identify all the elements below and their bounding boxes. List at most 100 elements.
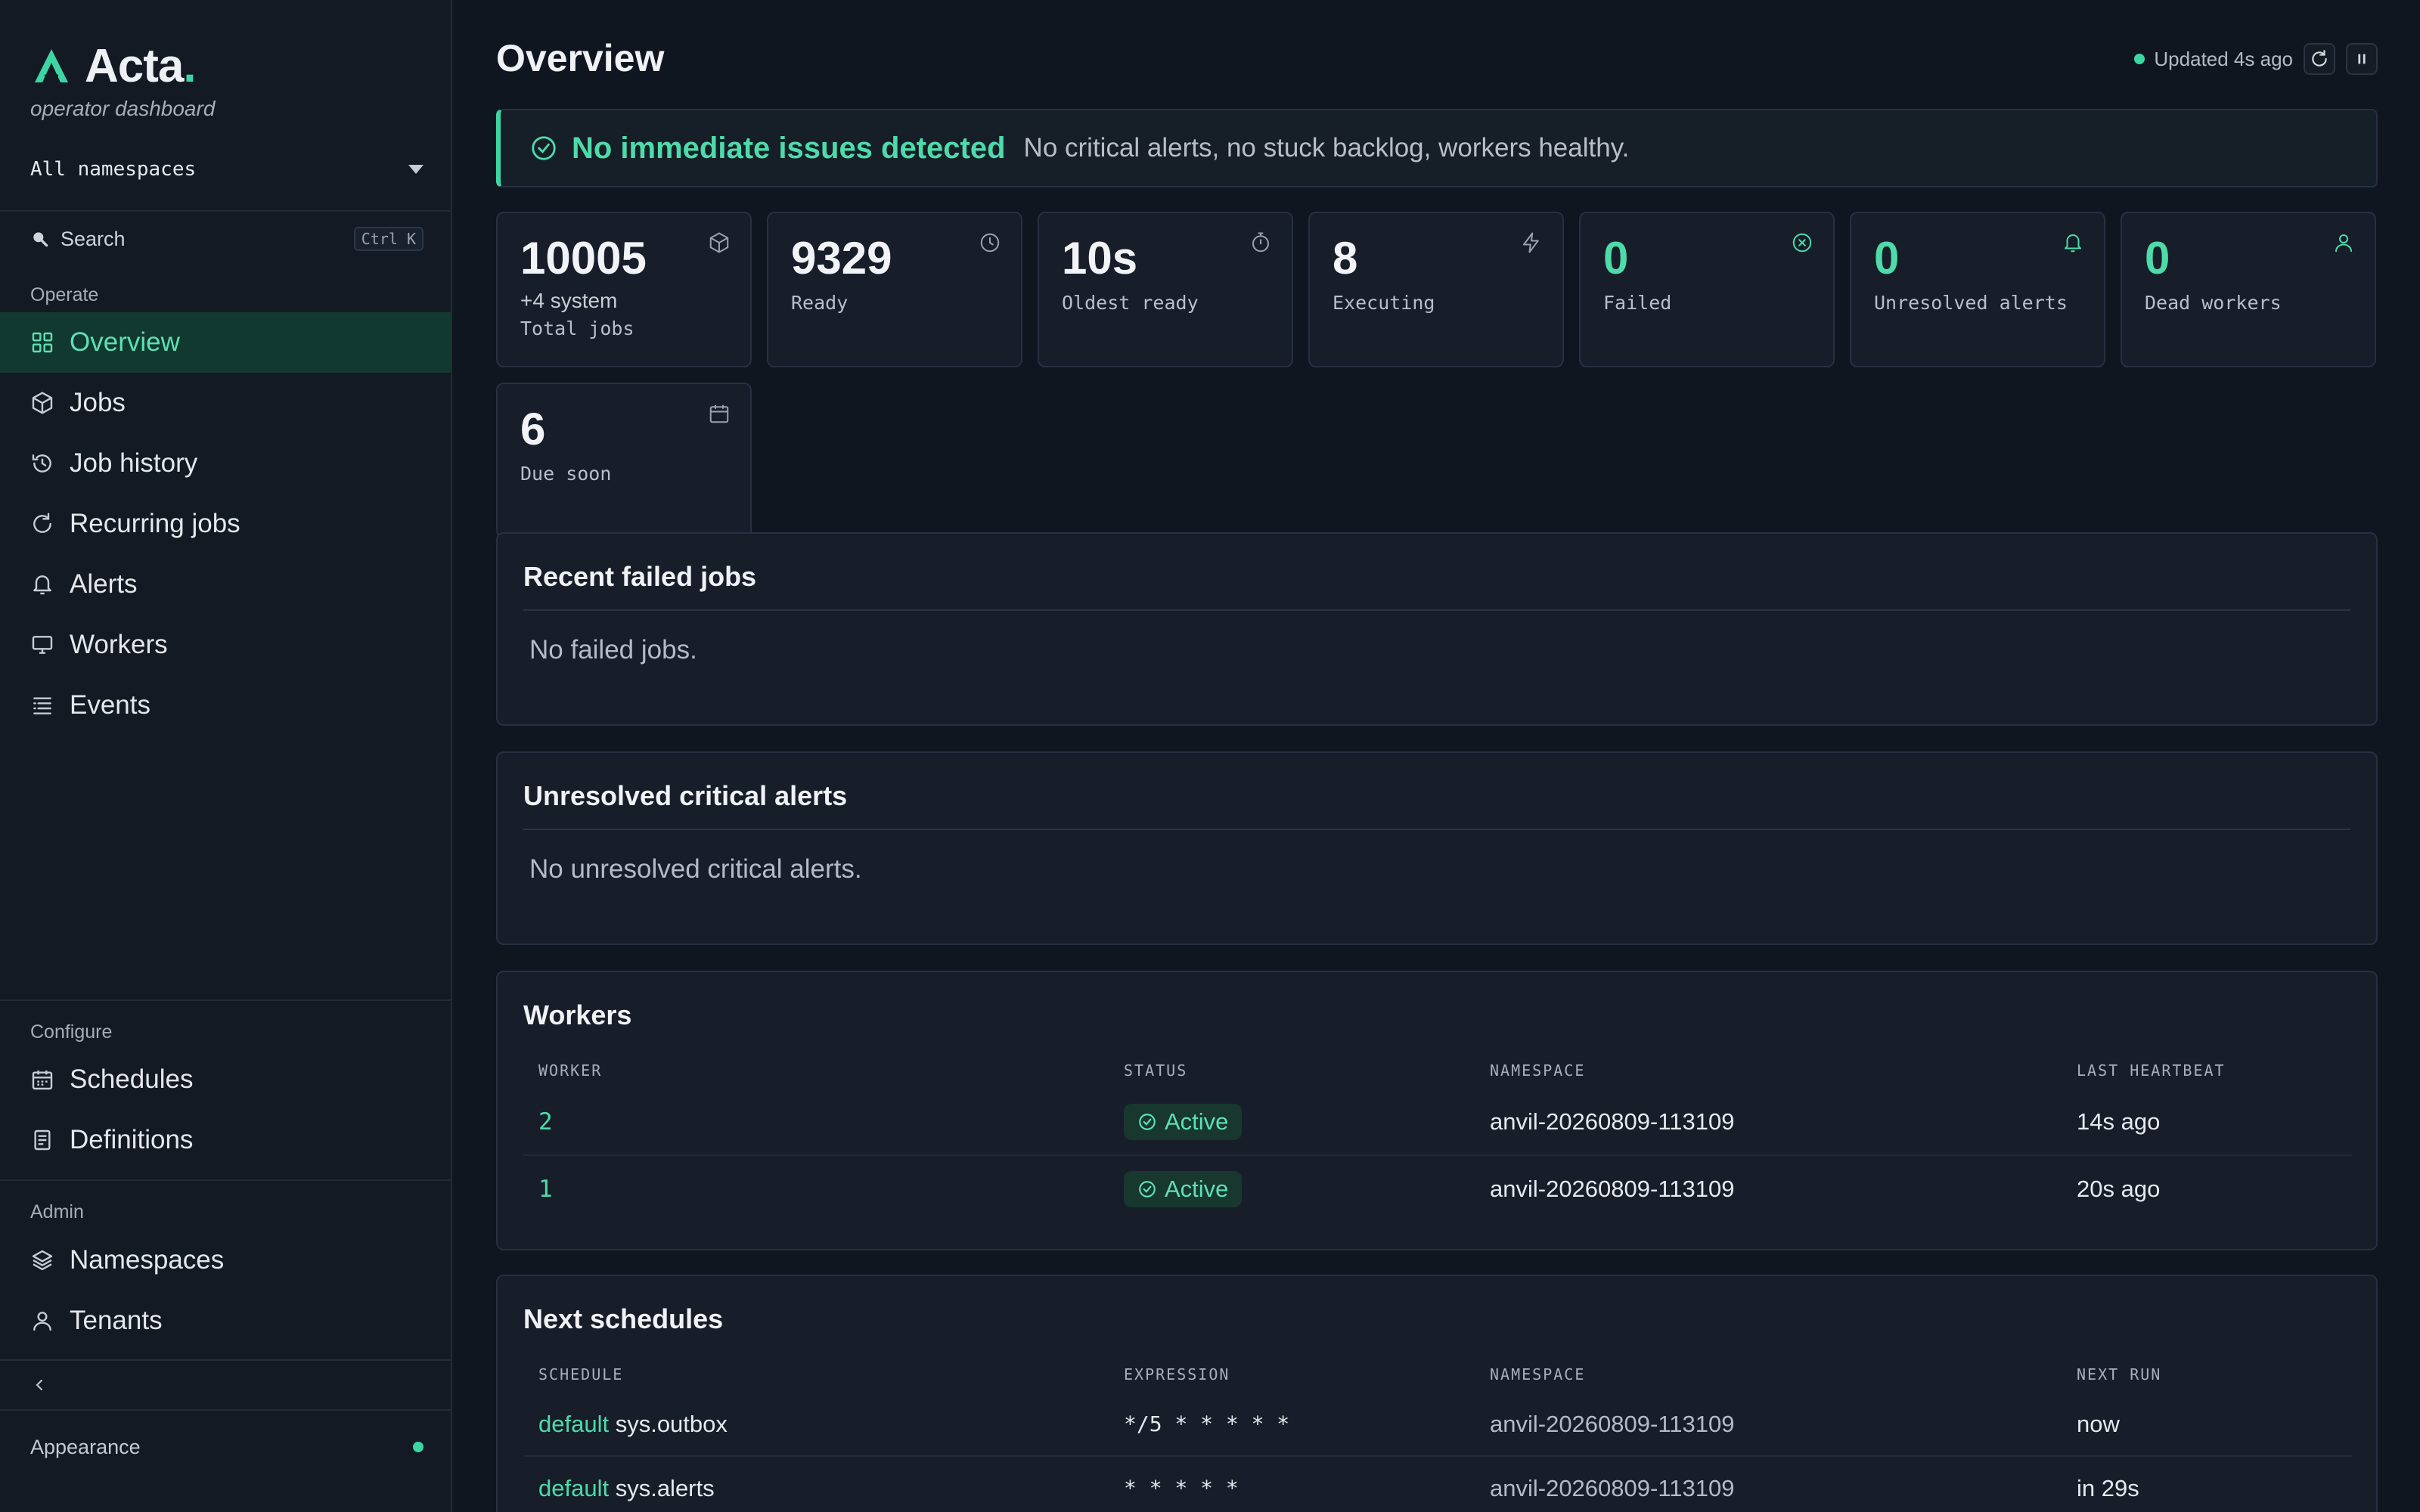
search-shortcut: Ctrl K xyxy=(353,227,424,251)
sidebar-divider xyxy=(0,999,452,1001)
collapse-sidebar-button[interactable] xyxy=(30,1370,60,1400)
table-header-row: SCHEDULE EXPRESSION NAMESPACE NEXT RUN xyxy=(523,1356,2352,1393)
sidebar-item-label: Job history xyxy=(70,448,198,478)
stat-value: 10s xyxy=(1062,233,1138,284)
stat-card-failed[interactable]: 0 Failed xyxy=(1579,212,1835,367)
status-badge: Active xyxy=(1124,1103,1243,1140)
sidebar-item-schedules[interactable]: Schedules xyxy=(0,1049,451,1110)
worker-link[interactable]: 1 xyxy=(538,1176,553,1203)
table-row[interactable]: 2 Active anvil-20260809-113109 14s ago xyxy=(523,1089,2352,1155)
banner-text: No critical alerts, no stuck backlog, wo… xyxy=(1023,133,1630,163)
namespace-select[interactable]: All namespaces xyxy=(30,153,424,186)
refresh-button[interactable] xyxy=(2304,43,2335,75)
list-icon xyxy=(33,697,51,714)
chevron-down-icon xyxy=(408,165,424,174)
table-row[interactable]: 1 Active anvil-20260809-113109 20s ago xyxy=(523,1154,2352,1222)
next-run-cell: in 29s xyxy=(2062,1455,2352,1512)
namespace-cell: anvil-20260809-113109 xyxy=(1490,1108,1735,1135)
sidebar-item-label: Workers xyxy=(70,630,168,659)
sidebar-item-alerts[interactable]: Alerts xyxy=(0,554,451,615)
search-button[interactable]: Search Ctrl K xyxy=(30,222,424,256)
pause-button[interactable] xyxy=(2346,43,2378,75)
sidebar-item-job-history[interactable]: Job history xyxy=(0,433,451,494)
workers-table: WORKER STATUS NAMESPACE LAST HEARTBEAT 2… xyxy=(523,1052,2352,1222)
appearance-status-dot xyxy=(413,1442,424,1452)
calendar-icon xyxy=(709,404,729,423)
stopwatch-icon xyxy=(1252,232,1269,253)
panel-divider xyxy=(523,609,2350,611)
check-circle-icon xyxy=(1139,1113,1156,1130)
bolt-icon xyxy=(1523,232,1539,253)
live-status-dot xyxy=(2134,54,2145,64)
updated-text: Updated 4s ago xyxy=(2154,47,2293,70)
stat-value: 0 xyxy=(2145,233,2170,284)
namespace-cell: anvil-20260809-113109 xyxy=(1475,1455,2062,1512)
status-text: Active xyxy=(1165,1175,1229,1202)
table-row[interactable]: default sys.alerts * * * * * anvil-20260… xyxy=(523,1455,2352,1512)
worker-link[interactable]: 2 xyxy=(538,1108,553,1136)
stat-card-oldest-ready[interactable]: 10s Oldest ready xyxy=(1038,212,1293,367)
heartbeat-cell: 20s ago xyxy=(2062,1154,2352,1222)
sidebar-item-recurring-jobs[interactable]: Recurring jobs xyxy=(0,494,451,554)
schedule-tenant-link[interactable]: default xyxy=(538,1411,609,1437)
stat-card-executing[interactable]: 8 Executing xyxy=(1308,212,1564,367)
sidebar-divider xyxy=(0,1409,452,1411)
column-header-expression[interactable]: EXPRESSION xyxy=(1109,1356,1475,1393)
sidebar-item-label: Schedules xyxy=(70,1064,194,1094)
stat-value: 0 xyxy=(1603,233,1629,284)
column-header-status[interactable]: STATUS xyxy=(1109,1052,1475,1089)
stat-label: Unresolved alerts xyxy=(1874,292,2068,314)
brand-logo[interactable]: Acta. xyxy=(30,39,197,92)
grid-icon xyxy=(32,332,53,353)
sidebar-item-label: Namespaces xyxy=(70,1245,225,1275)
stat-card-dead-workers[interactable]: 0 Dead workers xyxy=(2121,212,2376,367)
cube-icon xyxy=(32,392,53,414)
stat-label: Failed xyxy=(1603,292,1672,314)
appearance-toggle[interactable]: Appearance xyxy=(30,1430,424,1464)
sidebar-item-jobs[interactable]: Jobs xyxy=(0,373,451,433)
sidebar-item-tenants[interactable]: Tenants xyxy=(0,1290,451,1351)
sidebar-item-namespaces[interactable]: Namespaces xyxy=(0,1230,451,1290)
stat-value: 9329 xyxy=(791,233,892,284)
expression-cell: * * * * * xyxy=(1109,1455,1475,1512)
refresh-icon xyxy=(33,513,51,533)
namespace-cell: anvil-20260809-113109 xyxy=(1475,1154,2062,1222)
stat-label: Due soon xyxy=(520,463,612,485)
next-schedules-panel: Next schedules SCHEDULE EXPRESSION NAMES… xyxy=(496,1275,2378,1512)
table-header-row: WORKER STATUS NAMESPACE LAST HEARTBEAT xyxy=(523,1052,2352,1089)
stat-label: Total jobs xyxy=(520,318,634,339)
column-header-namespace[interactable]: NAMESPACE xyxy=(1475,1356,2062,1393)
schedule-tenant-link[interactable]: default xyxy=(538,1475,609,1501)
acta-logo-icon xyxy=(35,49,68,82)
banner-title: No immediate issues detected xyxy=(572,131,1006,165)
sidebar-item-workers[interactable]: Workers xyxy=(0,615,451,675)
stat-card-total-jobs[interactable]: 10005 +4 system Total jobs xyxy=(496,212,752,367)
sidebar-item-events[interactable]: Events xyxy=(0,675,451,736)
table-row[interactable]: default sys.outbox */5 * * * * * anvil-2… xyxy=(523,1393,2352,1456)
column-header-schedule[interactable]: SCHEDULE xyxy=(523,1356,1109,1393)
column-header-namespace[interactable]: NAMESPACE xyxy=(1475,1052,2062,1089)
column-header-next-run[interactable]: NEXT RUN xyxy=(2062,1356,2352,1393)
calendar-icon xyxy=(32,1070,53,1090)
expression-cell: */5 * * * * * xyxy=(1124,1411,1290,1436)
layers-icon xyxy=(32,1250,53,1271)
stat-card-unresolved-alerts[interactable]: 0 Unresolved alerts xyxy=(1850,212,2105,367)
sidebar-item-definitions[interactable]: Definitions xyxy=(0,1110,451,1170)
sidebar-item-label: Definitions xyxy=(70,1125,194,1154)
stat-card-ready[interactable]: 9329 Ready xyxy=(767,212,1022,367)
sidebar-divider xyxy=(0,210,452,212)
sidebar-item-overview[interactable]: Overview xyxy=(0,312,451,373)
search-icon xyxy=(33,232,48,247)
namespace-cell: anvil-20260809-113109 xyxy=(1490,1410,1735,1437)
chevron-left-icon xyxy=(36,1380,42,1390)
stat-value: 10005 xyxy=(520,233,647,284)
namespace-select-value: All namespaces xyxy=(30,158,197,181)
status-badge: Active xyxy=(1124,1170,1243,1207)
x-circle-icon xyxy=(1792,233,1812,253)
stat-card-due-soon[interactable]: 6 Due soon xyxy=(496,383,752,538)
stat-label: Ready xyxy=(791,292,849,314)
stat-value: 0 xyxy=(1874,233,1900,284)
column-header-worker[interactable]: WORKER xyxy=(523,1052,1109,1089)
pause-icon xyxy=(2358,54,2366,64)
column-header-last-heartbeat[interactable]: LAST HEARTBEAT xyxy=(2062,1052,2352,1089)
